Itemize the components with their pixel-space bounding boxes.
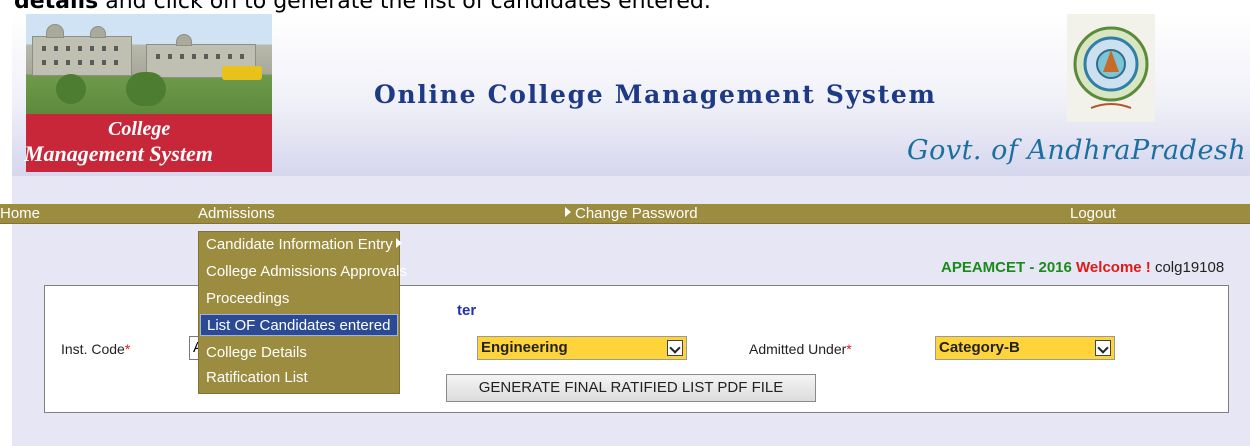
- dropdown-item-college-admissions-approvals[interactable]: College Admissions Approvals: [200, 261, 407, 283]
- admitted-under-select[interactable]: Category-B: [935, 336, 1115, 360]
- admissions-dropdown-menu: Candidate Information Entry College Admi…: [198, 231, 407, 394]
- course-select[interactable]: Engineering: [477, 336, 687, 360]
- document-text-rest: and click on to generate the list of can…: [98, 0, 711, 14]
- document-text-bold: details: [14, 0, 99, 14]
- menu-logout[interactable]: Logout: [1070, 205, 1116, 222]
- header-banner: College Management System Online College…: [12, 14, 1250, 176]
- exam-name: APEAMCET - 2016: [941, 259, 1072, 276]
- welcome-text: Welcome !: [1076, 259, 1151, 276]
- admitted-under-label: Admitted Under*: [749, 341, 852, 357]
- submenu-arrow-icon: [395, 238, 402, 248]
- dropdown-item-college-details[interactable]: College Details: [200, 342, 398, 364]
- menu-change-password-label: Change Password: [575, 205, 698, 222]
- course-select-value: Engineering: [481, 339, 568, 356]
- generate-pdf-button[interactable]: GENERATE FINAL RATIFIED LIST PDF FILE: [446, 374, 816, 402]
- inst-code-label: Inst. Code*: [61, 341, 131, 357]
- chevron-down-icon: [1095, 340, 1111, 356]
- chevron-down-icon: [667, 340, 683, 356]
- dropdown-item-proceedings[interactable]: Proceedings: [200, 288, 398, 310]
- session-status: APEAMCET - 2016 Welcome ! colg19108: [941, 259, 1224, 276]
- username: colg19108: [1154, 259, 1225, 276]
- college-building-image: [26, 14, 272, 114]
- menu-home[interactable]: Home: [0, 205, 40, 222]
- admitted-under-select-value: Category-B: [939, 339, 1020, 356]
- menu-admissions[interactable]: Admissions: [198, 205, 275, 222]
- dropdown-item-ratification-list[interactable]: Ratification List: [200, 367, 398, 389]
- logo-text-college: College: [108, 118, 171, 140]
- logo-text-management-system: Management System: [24, 141, 213, 166]
- government-emblem-icon: [1067, 14, 1155, 122]
- government-text: Govt. of AndhraPradesh: [907, 135, 1247, 166]
- dropdown-item-candidate-information-entry[interactable]: Candidate Information Entry: [200, 234, 402, 256]
- submenu-arrow-icon: [565, 207, 571, 217]
- app-window: College Management System Online College…: [0, 14, 1250, 446]
- menu-change-password[interactable]: Change Password: [565, 205, 698, 222]
- document-text-line: details and click on to generate the lis…: [14, 0, 711, 14]
- main-menu-bar: Home Admissions Change Password Logout: [0, 204, 1250, 224]
- banner-title: Online College Management System: [374, 80, 937, 109]
- dropdown-item-list-of-candidates-entered[interactable]: List OF Candidates entered: [200, 314, 398, 336]
- panel-heading: ter: [457, 302, 477, 319]
